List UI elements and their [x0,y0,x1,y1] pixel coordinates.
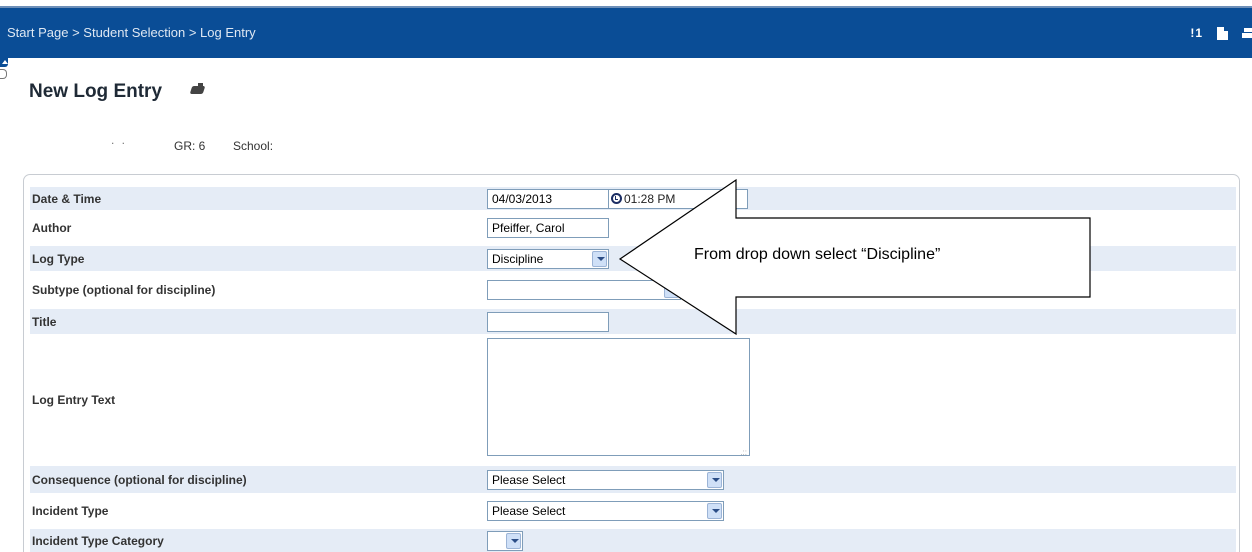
print-icon[interactable] [1242,27,1252,39]
form-row-log-entry-text: Log Entry Text .:: [30,338,1236,461]
time-field[interactable]: 01:28 PM [608,188,748,209]
consequence-value: Please Select [487,469,724,490]
incident-type-selected: Please Select [492,504,566,518]
author-value [487,217,609,238]
breadcrumb-separator: > [188,25,197,40]
consequence-select[interactable]: Please Select [487,469,724,490]
incident-type-category-value [487,530,523,551]
form-row-incident-type: Incident Type Please Select [30,499,1236,523]
date-time-value: 01:28 PM [487,188,748,209]
breadcrumb: Start Page > Student Selection > Log Ent… [7,25,256,40]
chevron-down-icon[interactable] [707,471,722,488]
log-type-label: Log Type [32,251,85,266]
date-time-label: Date & Time [32,191,102,206]
incident-type-select[interactable]: Please Select [487,501,724,521]
form-row-log-type: Log Type Discipline [30,246,1236,271]
student-grade: GR: 6 [174,139,206,153]
chevron-down-icon[interactable] [506,532,521,549]
camera-icon[interactable] [190,83,206,95]
form-row-subtype: Subtype (optional for discipline) [30,278,1236,302]
title-value [487,311,609,332]
chevron-down-icon[interactable] [664,282,679,298]
date-field[interactable] [487,188,609,209]
sidebar-collapse-tab[interactable] [0,58,8,88]
consequence-selected: Please Select [492,472,566,487]
alert-icon[interactable]: !1 [1190,26,1203,40]
subtype-value [487,280,681,300]
callout-text: From drop down select “Discipline” [694,246,941,263]
author-field[interactable] [487,217,609,238]
subtype-label: Subtype (optional for discipline) [32,283,216,297]
subtype-select[interactable] [487,280,681,300]
title-field[interactable] [487,311,609,332]
breadcrumb-student-selection[interactable]: Student Selection [83,25,185,40]
student-school: School: [233,139,274,153]
incident-type-value: Please Select [487,501,724,521]
top-navigation-bar: Start Page > Student Selection > Log Ent… [0,6,1252,58]
incident-type-category-select[interactable] [487,530,523,551]
breadcrumb-separator: > [72,25,80,40]
form-row-date-time: Date & Time 01:28 PM [30,187,1236,210]
document-icon[interactable] [1217,26,1228,40]
consequence-label: Consequence (optional for discipline) [32,472,247,487]
student-name: . . [111,133,128,147]
form-row-incident-type-category: Incident Type Category [30,529,1236,552]
resize-grip-icon[interactable]: .:: [740,448,747,457]
header-icons: !1 [1190,24,1252,42]
page-title: New Log Entry [29,81,163,102]
title-label: Title [32,314,57,329]
form-row-author: Author [30,216,1236,239]
breadcrumb-start-page[interactable]: Start Page [7,25,68,40]
log-entry-textarea[interactable] [487,338,750,456]
log-type-select[interactable]: Discipline [487,248,609,269]
log-type-value: Discipline [487,248,609,269]
log-entry-text-value: .:: [487,338,750,461]
clock-icon[interactable] [611,193,622,204]
form-row-consequence: Consequence (optional for discipline) Pl… [30,466,1236,493]
incident-type-category-label: Incident Type Category [32,533,164,548]
incident-type-label: Incident Type [32,504,109,518]
sidebar-handle-icon[interactable] [0,69,7,79]
chevron-down-icon[interactable] [592,250,607,267]
chevron-down-icon[interactable] [707,503,722,519]
breadcrumb-log-entry: Log Entry [200,25,256,40]
author-label: Author [32,220,72,235]
time-value: 01:28 PM [624,191,676,206]
form-row-title: Title [30,309,1236,334]
log-entry-text-label: Log Entry Text [32,392,116,407]
collapse-arrow-icon[interactable] [0,58,8,67]
log-type-selected: Discipline [492,251,544,266]
